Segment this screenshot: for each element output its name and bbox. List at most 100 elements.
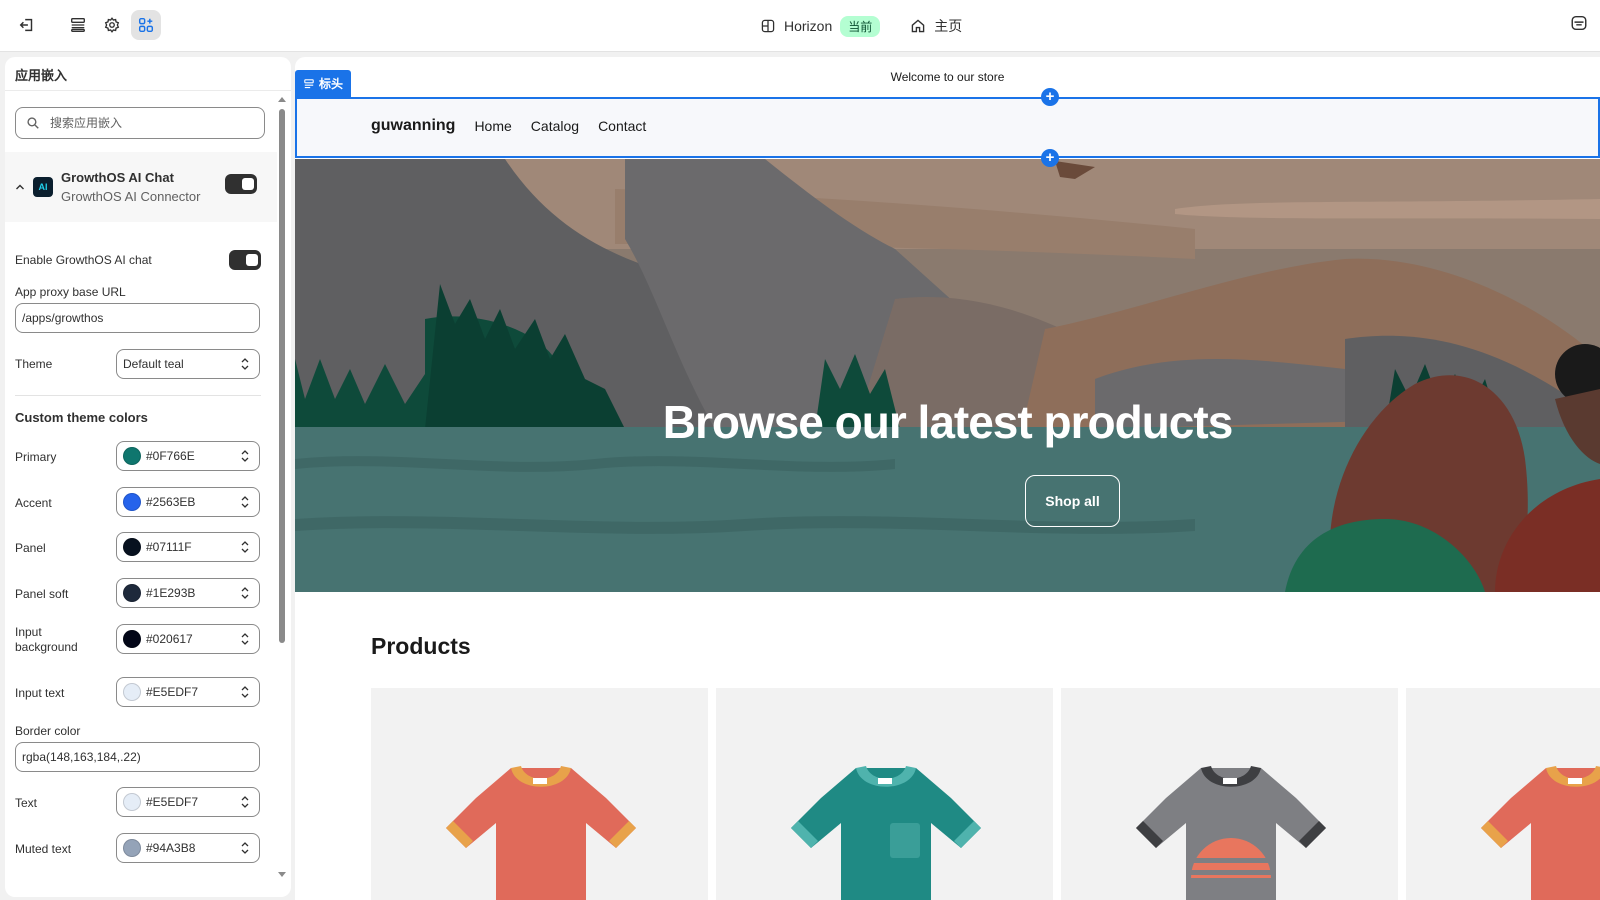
search-field[interactable] (15, 107, 265, 139)
tshirt-orange-image (1481, 766, 1600, 900)
theme-name: Horizon (784, 18, 833, 34)
custom-colors-title: Custom theme colors (15, 410, 148, 425)
border-color-label: Border color (15, 724, 81, 738)
hero-illustration (295, 159, 1600, 592)
announcement-text: Welcome to our store (890, 70, 1005, 84)
color-label-muted-text: Muted text (15, 842, 72, 856)
border-color-input[interactable]: rgba(148,163,184,.22) (15, 742, 260, 772)
product-card[interactable] (371, 688, 708, 900)
gear-icon[interactable] (97, 10, 127, 40)
select-chevron-icon (241, 541, 249, 553)
scrollbar-thumb[interactable] (279, 109, 285, 643)
color-swatch[interactable] (123, 630, 141, 648)
color-swatch[interactable] (123, 683, 141, 701)
top-bar: Horizon 当前 主页 (0, 0, 1600, 52)
app-embed-row[interactable]: AI GrowthOS AI Chat GrowthOS AI Connecto… (5, 152, 277, 222)
header-section-tag[interactable]: 标头 (295, 70, 352, 97)
exit-icon[interactable] (12, 10, 42, 40)
color-value: #E5EDF7 (146, 795, 199, 809)
apps-icon[interactable] (131, 10, 161, 40)
select-chevron-icon (241, 587, 249, 599)
app-logo: AI (33, 177, 53, 197)
app-title: GrowthOS AI Chat (61, 170, 174, 185)
add-section-above-button[interactable]: + (1041, 88, 1059, 106)
tshirt-teal-image (791, 766, 981, 900)
color-picker-primary[interactable]: #0F766E (116, 441, 260, 471)
nav-link-contact[interactable]: Contact (598, 118, 646, 134)
divider (15, 395, 261, 396)
color-label-primary: Primary (15, 450, 57, 464)
theme-select-value: Default teal (123, 357, 184, 371)
color-value: #E5EDF7 (146, 685, 199, 699)
product-card[interactable] (1406, 688, 1600, 900)
announcement-bar[interactable]: Welcome to our store (295, 57, 1600, 97)
account-icon[interactable] (1570, 14, 1592, 36)
home-icon (911, 19, 925, 33)
color-picker-input-text[interactable]: #E5EDF7 (116, 677, 260, 707)
current-badge: 当前 (840, 15, 881, 37)
tshirt-grey-image (1136, 766, 1326, 900)
enable-chat-toggle[interactable] (229, 250, 261, 270)
header-tag-label: 标头 (319, 77, 344, 91)
app-embed-toggle[interactable] (225, 174, 257, 194)
storefront-preview: Welcome to our store 标头 + guwanning Home… (295, 57, 1600, 900)
color-value: #1E293B (146, 586, 196, 600)
color-picker-accent[interactable]: #2563EB (116, 487, 260, 517)
theme-switcher[interactable]: Horizon 当前 主页 (760, 14, 962, 38)
color-label-panel: Panel (15, 541, 46, 555)
proxy-url-input[interactable]: /apps/growthos (15, 303, 260, 333)
color-swatch[interactable] (123, 538, 141, 556)
store-brand[interactable]: guwanning (371, 117, 455, 135)
color-label-input-background: Input background (15, 625, 78, 654)
search-icon (27, 117, 39, 129)
hero-banner[interactable]: Browse our latest products Shop all (295, 159, 1600, 592)
store-header-nav: guwanning Home Catalog Contact (371, 117, 646, 135)
color-swatch[interactable] (123, 493, 141, 511)
color-value: #94A3B8 (146, 841, 196, 855)
products-heading: Products (371, 633, 471, 659)
shop-all-button[interactable]: Shop all (1025, 475, 1120, 527)
select-chevron-icon (241, 686, 249, 698)
color-value: #07111F (146, 540, 192, 554)
search-input[interactable] (50, 116, 240, 130)
enable-chat-label: Enable GrowthOS AI chat (15, 253, 152, 267)
product-card[interactable] (1061, 688, 1398, 900)
color-swatch[interactable] (123, 584, 141, 602)
sections-icon[interactable] (63, 10, 93, 40)
color-picker-panel[interactable]: #07111F (116, 532, 260, 562)
section-icon (304, 78, 314, 88)
product-card[interactable] (716, 688, 1053, 900)
hero-title: Browse our latest products (662, 396, 1234, 448)
color-value: #020617 (146, 632, 193, 646)
color-label-text: Text (15, 796, 38, 810)
select-chevron-icon (241, 496, 249, 508)
color-picker-text[interactable]: #E5EDF7 (116, 787, 260, 817)
scroll-down-arrow[interactable] (278, 872, 286, 877)
proxy-url-label: App proxy base URL (15, 285, 126, 299)
tshirt-orange-image (446, 766, 636, 900)
chevron-up-icon[interactable] (15, 182, 25, 192)
color-picker-input-background[interactable]: #020617 (116, 624, 260, 654)
theme-label: Theme (15, 357, 53, 371)
color-picker-panel-soft[interactable]: #1E293B (116, 578, 260, 608)
color-label-input-text: Input text (15, 686, 65, 700)
color-picker-muted-text[interactable]: #94A3B8 (116, 833, 260, 863)
color-label-accent: Accent (15, 496, 52, 510)
theme-select[interactable]: Default teal (116, 349, 260, 379)
color-swatch[interactable] (123, 839, 141, 857)
scroll-up-arrow[interactable] (278, 97, 286, 102)
template-selector[interactable]: 主页 (910, 16, 962, 36)
select-chevron-icon (241, 358, 249, 370)
add-section-below-button[interactable]: + (1041, 149, 1059, 167)
color-value: #2563EB (146, 495, 196, 509)
app-embeds-panel: 应用嵌入 AI GrowthOS AI Chat GrowthOS AI Con… (5, 57, 291, 897)
select-chevron-icon (241, 842, 249, 854)
nav-link-catalog[interactable]: Catalog (531, 118, 579, 134)
color-swatch[interactable] (123, 447, 141, 465)
color-value: #0F766E (146, 449, 195, 463)
color-swatch[interactable] (123, 793, 141, 811)
nav-link-home[interactable]: Home (474, 118, 511, 134)
select-chevron-icon (241, 796, 249, 808)
color-label-panel-soft: Panel soft (15, 587, 69, 601)
select-chevron-icon (241, 633, 249, 645)
